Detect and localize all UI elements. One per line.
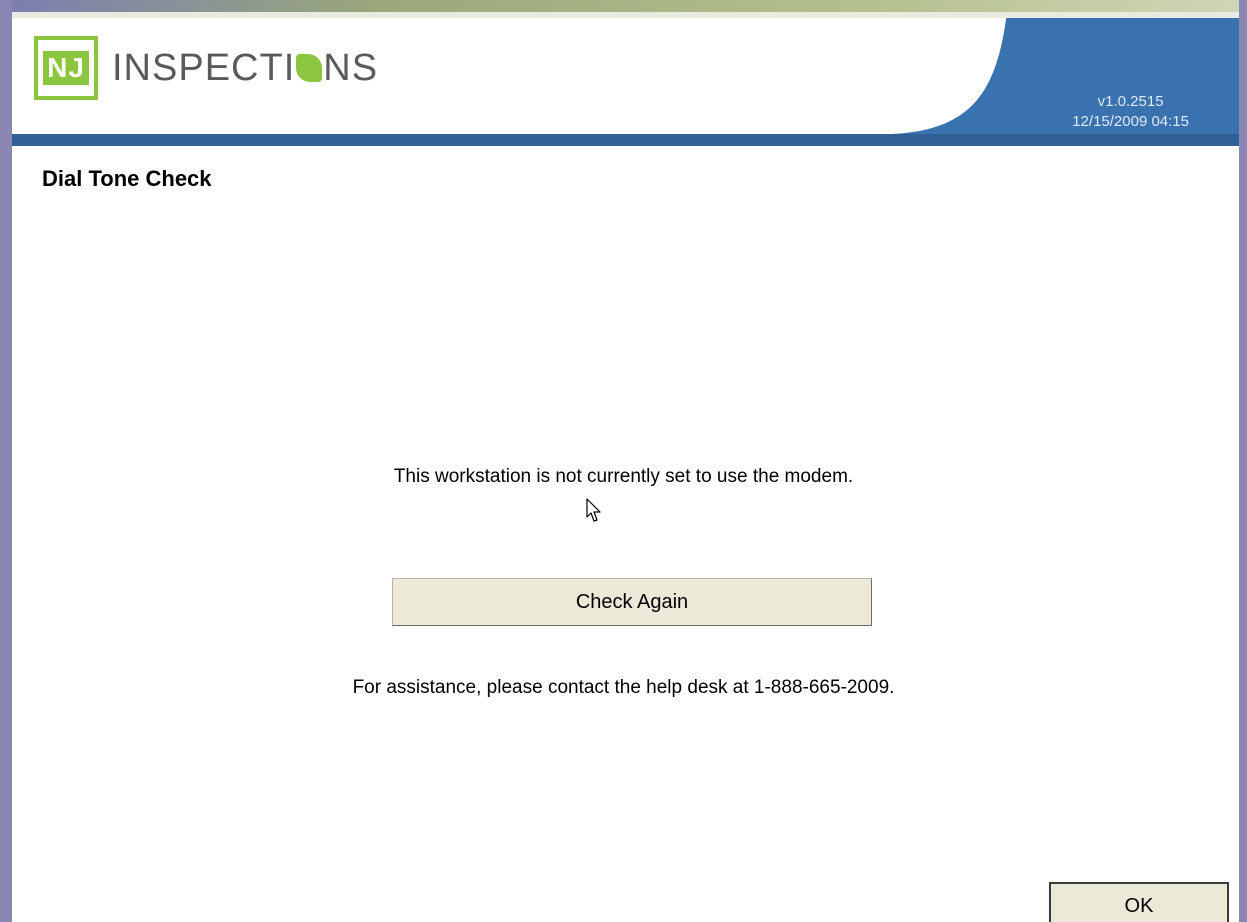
logo-prefix: NJ	[43, 51, 89, 85]
status-message: This workstation is not currently set to…	[393, 466, 854, 487]
logo-word-end: NS	[323, 46, 379, 89]
logo-wordmark: INSPECTI NS	[112, 47, 378, 90]
right-window-border	[1239, 0, 1247, 922]
left-window-border	[0, 0, 12, 922]
page-title: Dial Tone Check	[42, 166, 212, 191]
logo-word-start: INSPECTI	[112, 46, 296, 89]
ok-button[interactable]: OK	[1049, 882, 1229, 922]
help-desk-text: For assistance, please contact the help …	[352, 677, 895, 698]
app-window: NJ INSPECTI NS v1.0.2515 12/15/2009 04:15…	[0, 0, 1247, 922]
leaf-icon	[296, 53, 323, 82]
mouse-pointer-icon	[586, 498, 601, 522]
logo-badge: NJ	[34, 36, 98, 100]
nj-inspections-logo: NJ INSPECTI NS	[34, 36, 378, 100]
top-border-strip	[12, 0, 1239, 12]
check-again-button[interactable]: Check Again	[392, 578, 872, 626]
app-header: NJ INSPECTI NS v1.0.2515 12/15/2009 04:15	[12, 12, 1239, 146]
version-datetime: 12/15/2009 04:15	[1072, 113, 1189, 130]
version-info: v1.0.2515 12/15/2009 04:15	[1072, 92, 1189, 132]
version-number: v1.0.2515	[1097, 93, 1164, 110]
